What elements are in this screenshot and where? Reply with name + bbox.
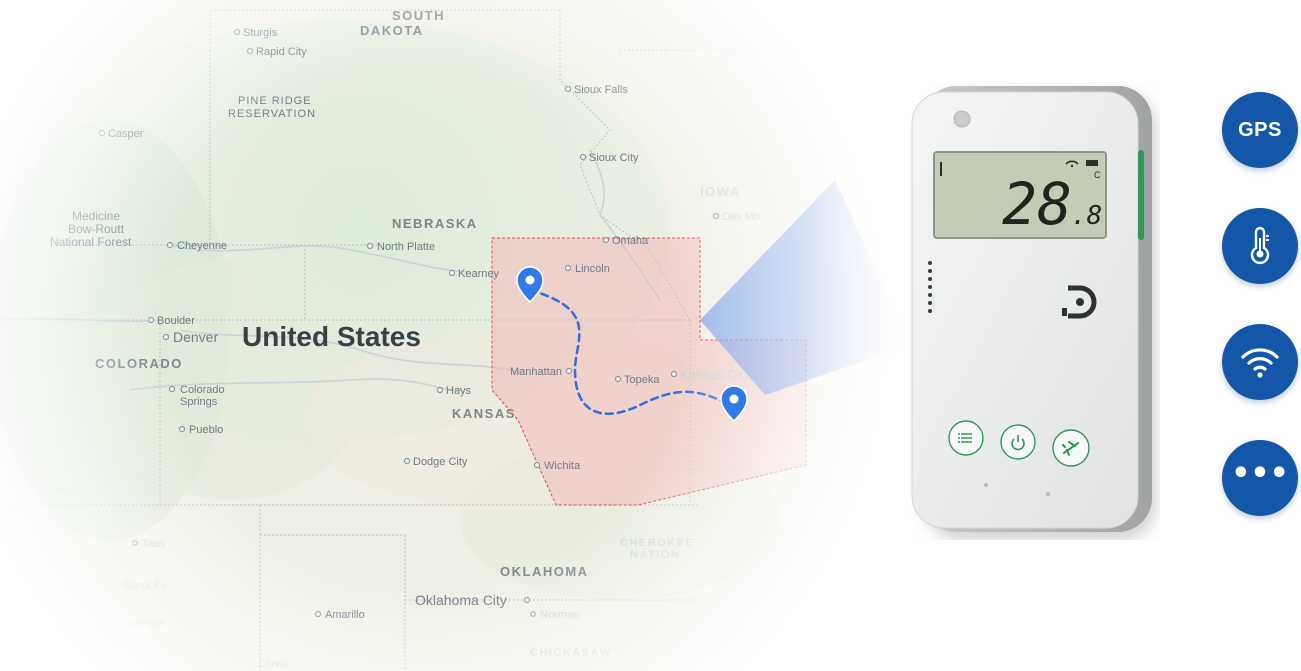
city-label: Lincoln	[575, 263, 610, 275]
city-label-okc: Oklahoma City	[415, 592, 507, 608]
sensor-dot	[953, 110, 971, 128]
region-label: Medicine	[72, 209, 120, 223]
state-label: SOUTH	[392, 8, 445, 23]
flight-mode-button[interactable]	[1052, 429, 1090, 467]
city-label: Clovis	[258, 658, 288, 670]
scene: SOUTH DAKOTA NEBRASKA COLORADO KANSAS OK…	[0, 0, 1301, 671]
city-label: Amarillo	[325, 609, 365, 621]
region-label: NATION	[630, 549, 680, 561]
wifi-glyph-icon	[1241, 348, 1279, 378]
city-label: Sioux Falls	[574, 84, 628, 96]
battery-icon	[1086, 160, 1098, 166]
city-label: ogo	[55, 485, 73, 497]
data-logger-device: C 28 .8	[911, 86, 1152, 532]
country-label: United States	[242, 321, 421, 352]
city-label: Rapid City	[256, 46, 307, 58]
city-label: uerque	[128, 616, 166, 630]
city-label: Cheyenne	[177, 240, 227, 252]
city-label: Hays	[446, 385, 472, 397]
gps-label: GPS	[1238, 118, 1282, 141]
thermometer-icon[interactable]	[1222, 208, 1298, 284]
region-label: Bow-Routt	[68, 222, 125, 236]
region-label: PINE RIDGE	[238, 95, 312, 107]
state-label: DAKOTA	[360, 23, 424, 38]
city-label: North Platte	[377, 241, 435, 253]
lcd-unit: C	[1094, 170, 1101, 180]
lcd-reading-decimal: .8	[1071, 201, 1102, 231]
gps-badge-icon[interactable]: GPS	[1222, 92, 1298, 168]
city-label: Santa Fe	[122, 580, 167, 592]
region-label: CHEROKEE	[620, 537, 694, 549]
more-icon[interactable]: •••	[1222, 440, 1298, 516]
state-label-colorado: COLORADO	[95, 356, 183, 371]
region-label: CHICKASAW	[530, 647, 611, 659]
region-label: National Forest	[50, 235, 132, 249]
city-label-denver: Denver	[173, 329, 218, 345]
city-label: Casper	[108, 128, 144, 140]
state-label-oklahoma: OKLAHOMA	[500, 564, 589, 579]
state-label-nebraska: NEBRASKA	[392, 216, 478, 231]
city-label: Springs	[180, 396, 218, 408]
city-label: Kansas City	[680, 367, 750, 382]
city-label: Sturgis	[243, 27, 278, 39]
more-label: •••	[1231, 456, 1289, 491]
state-label-iowa: IOWA	[700, 184, 741, 199]
city-label: Taos	[142, 538, 166, 550]
menu-button[interactable]	[948, 420, 984, 456]
city-label: Norman	[540, 609, 579, 621]
city-label: Topeka	[624, 374, 660, 386]
city-label: Omaha	[612, 235, 649, 247]
city-label: Colorado	[180, 384, 225, 396]
city-label: Des Mo	[722, 211, 760, 223]
thermometer-glyph-icon	[1250, 226, 1270, 265]
city-label: Boulder	[157, 315, 195, 327]
state-label-kansas: KANSAS	[452, 406, 516, 421]
city-label: Sioux City	[589, 152, 639, 164]
side-indicator	[1138, 150, 1144, 240]
city-label: Dodge City	[413, 456, 468, 468]
wifi-icon[interactable]	[1222, 324, 1298, 400]
lcd-reading: 28	[1002, 170, 1072, 238]
city-label: Manhattan	[510, 366, 562, 378]
region-label: RESERVATION	[228, 108, 316, 120]
city-label: Wichita	[544, 460, 581, 472]
city-label: Kearney	[458, 268, 499, 280]
city-label: Pueblo	[189, 424, 223, 436]
power-button[interactable]	[1000, 424, 1036, 460]
